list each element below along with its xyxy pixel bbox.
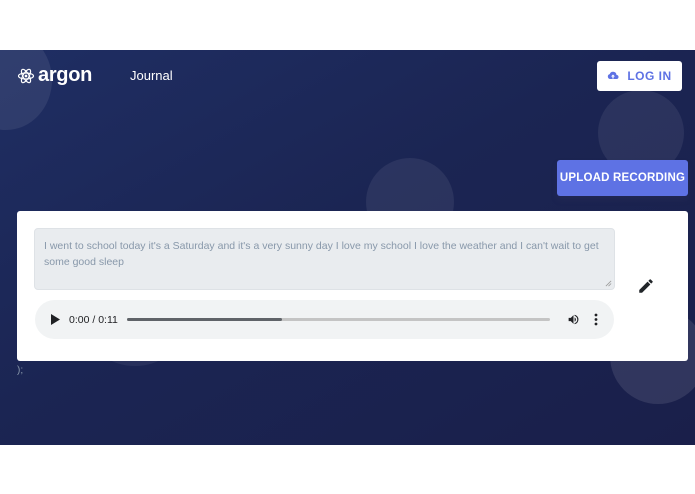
upload-recording-button[interactable]: UPLOAD RECORDING xyxy=(557,160,688,196)
audio-seek-progress xyxy=(127,318,282,321)
brand-logo[interactable]: argon xyxy=(17,64,92,87)
nav-link-journal[interactable]: Journal xyxy=(130,68,173,83)
entry-textarea[interactable]: I went to school today it's a Saturday a… xyxy=(34,228,615,290)
entry-text: I went to school today it's a Saturday a… xyxy=(44,240,599,268)
volume-icon[interactable] xyxy=(567,313,580,326)
stray-text: ); xyxy=(17,365,24,376)
navbar: argon Journal LOG IN xyxy=(0,50,695,102)
journal-entry-card: I went to school today it's a Saturday a… xyxy=(17,211,688,361)
brand-name: argon xyxy=(38,64,93,86)
audio-player[interactable]: 0:00 / 0:11 xyxy=(35,300,614,339)
login-button[interactable]: LOG IN xyxy=(597,61,682,91)
hero-section: argon Journal LOG IN UPLOAD RECORDING I … xyxy=(0,50,695,445)
pencil-icon[interactable] xyxy=(637,277,655,295)
play-icon[interactable] xyxy=(51,314,60,325)
resize-handle-icon[interactable] xyxy=(605,280,612,287)
more-vertical-icon[interactable] xyxy=(593,313,599,326)
audio-time-display: 0:00 / 0:11 xyxy=(69,314,118,326)
cloud-upload-icon xyxy=(608,71,619,79)
atom-icon xyxy=(17,68,35,83)
login-label: LOG IN xyxy=(627,69,672,83)
audio-seek-bar[interactable] xyxy=(127,318,550,321)
